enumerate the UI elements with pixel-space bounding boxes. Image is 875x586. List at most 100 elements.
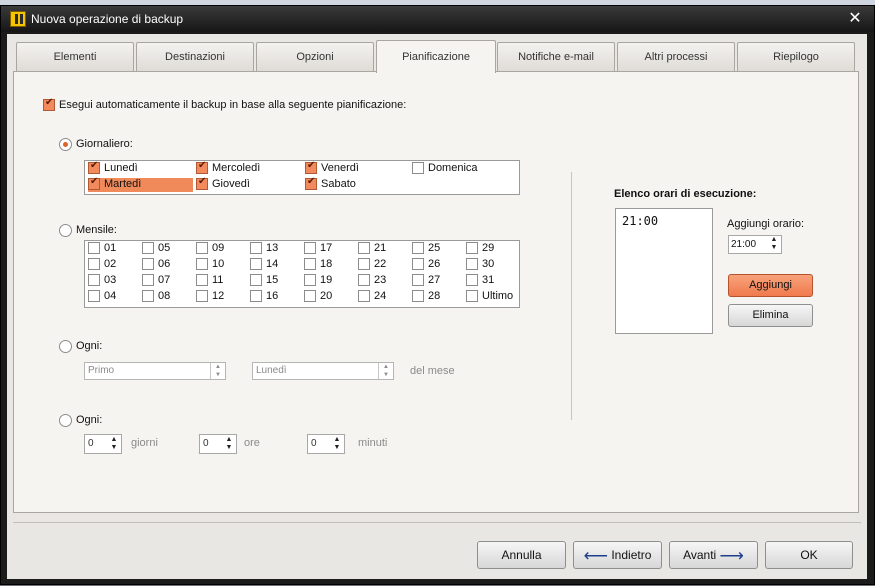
month-day-checkbox[interactable] [412,242,424,254]
month-day-checkbox[interactable] [196,258,208,270]
month-day-checkbox[interactable] [250,274,262,286]
times-title: Elenco orari di esecuzione: [614,188,757,200]
hours-unit-label: ore [244,437,260,449]
month-day-checkbox[interactable] [412,274,424,286]
auto-schedule-checkbox[interactable] [43,97,55,111]
tab-elementi[interactable]: Elementi [16,42,134,72]
month-day-checkbox[interactable] [358,258,370,270]
month-day-label: 09 [212,242,225,254]
month-day-checkbox[interactable] [250,290,262,302]
minutes-spinner-icon: ▲ ▼ [333,436,341,451]
day-label-giovedi: Giovedì [212,178,250,190]
month-day-checkbox[interactable] [88,274,100,286]
back-button[interactable]: ⟵ Indietro [573,541,662,569]
next-label: Avanti [683,548,717,562]
times-list[interactable]: 21:00 [615,208,713,334]
close-button[interactable]: ✕ [845,9,865,29]
dialog-client: Elementi Destinazioni Opzioni Pianificaz… [7,34,867,579]
schedule-panel: Esegui automaticamente il backup in base… [13,71,859,513]
month-day-checkbox[interactable] [466,242,478,254]
tab-altri-processi[interactable]: Altri processi [617,42,735,72]
next-button[interactable]: Avanti ⟶ [669,541,758,569]
month-day-checkbox[interactable] [142,258,154,270]
dialog-window: Nuova operazione di backup ✕ Elementi De… [0,5,875,585]
monthly-label: Mensile: [76,224,117,236]
month-day-checkbox[interactable] [466,290,478,302]
month-day-checkbox[interactable] [250,242,262,254]
days-value: 0 [88,438,94,449]
month-day-checkbox[interactable] [304,258,316,270]
cancel-button[interactable]: Annulla [477,541,566,569]
month-day-checkbox[interactable] [358,290,370,302]
day-checkbox-domenica[interactable] [412,162,424,174]
every-interval-label: Ogni: [76,414,103,426]
time-spinner[interactable]: 21:00 ▲ ▼ [728,235,782,254]
month-day-checkbox[interactable] [304,274,316,286]
month-day-checkbox[interactable] [466,274,478,286]
month-day-checkbox[interactable] [412,258,424,270]
tab-notifiche[interactable]: Notifiche e-mail [497,42,615,72]
month-day-label: 31 [482,274,495,286]
add-time-button[interactable]: Aggiungi [728,274,813,297]
month-day-label: 12 [212,290,225,302]
day-label-lunedi: Lunedì [104,162,138,174]
days-spinner-icon: ▲ ▼ [110,436,118,451]
tab-riepilogo[interactable]: Riepilogo [737,42,855,72]
hours-spinner-icon: ▲ ▼ [225,436,233,451]
month-day-label: 07 [158,274,171,286]
ok-button[interactable]: OK [765,541,853,569]
arrow-right-icon: ⟶ [719,545,744,565]
time-list-item[interactable]: 21:00 [622,214,658,228]
day-checkbox-lunedi[interactable] [88,160,100,174]
day-checkbox-mercoledi[interactable] [196,160,208,174]
month-day-label: 26 [428,258,441,270]
hours-spinner[interactable]: 0 ▲ ▼ [199,434,237,454]
month-day-checkbox[interactable] [196,290,208,302]
every-weekday-radio[interactable] [59,340,72,353]
weekday-spinner-icon: ▲ ▼ [378,363,393,379]
month-day-label: 13 [266,242,279,254]
month-day-checkbox[interactable] [358,242,370,254]
every-weekday-label: Ogni: [76,340,103,352]
month-day-label: 02 [104,258,117,270]
minutes-unit-label: minuti [358,437,388,449]
month-day-checkbox[interactable] [304,290,316,302]
add-time-label: Aggiungi orario: [727,218,805,230]
month-day-checkbox[interactable] [142,290,154,302]
ordinal-select[interactable]: Primo ▲ ▼ [84,362,226,380]
every-interval-radio[interactable] [59,414,72,427]
month-day-checkbox[interactable] [358,274,370,286]
month-day-checkbox[interactable] [196,242,208,254]
of-month-label: del mese [410,365,455,377]
month-day-checkbox[interactable] [88,242,100,254]
month-day-checkbox[interactable] [88,290,100,302]
month-day-label: 22 [374,258,387,270]
monthly-radio[interactable] [59,224,72,237]
month-day-checkbox[interactable] [466,258,478,270]
weekday-select[interactable]: Lunedì ▲ ▼ [252,362,394,380]
month-day-checkbox[interactable] [142,274,154,286]
day-checkbox-venerdi[interactable] [305,160,317,174]
days-spinner[interactable]: 0 ▲ ▼ [84,434,122,454]
month-day-checkbox[interactable] [250,258,262,270]
day-label-martedi: Martedì [104,178,142,190]
tab-destinazioni[interactable]: Destinazioni [136,42,254,72]
day-checkbox-martedi[interactable] [88,176,100,190]
tab-pianificazione[interactable]: Pianificazione [376,40,496,73]
month-day-label: 15 [266,274,279,286]
month-day-checkbox[interactable] [412,290,424,302]
day-checkbox-giovedi[interactable] [196,176,208,190]
minutes-spinner[interactable]: 0 ▲ ▼ [307,434,345,454]
remove-time-button[interactable]: Elimina [728,304,813,327]
month-day-checkbox[interactable] [304,242,316,254]
day-checkbox-sabato[interactable] [305,176,317,190]
month-day-label: 16 [266,290,279,302]
tab-opzioni[interactable]: Opzioni [256,42,374,72]
footer-separator [13,522,861,523]
month-day-checkbox[interactable] [196,274,208,286]
daily-radio[interactable] [59,138,72,151]
month-day-label: 01 [104,242,117,254]
month-day-checkbox[interactable] [88,258,100,270]
month-day-checkbox[interactable] [142,242,154,254]
month-day-label: 20 [320,290,333,302]
